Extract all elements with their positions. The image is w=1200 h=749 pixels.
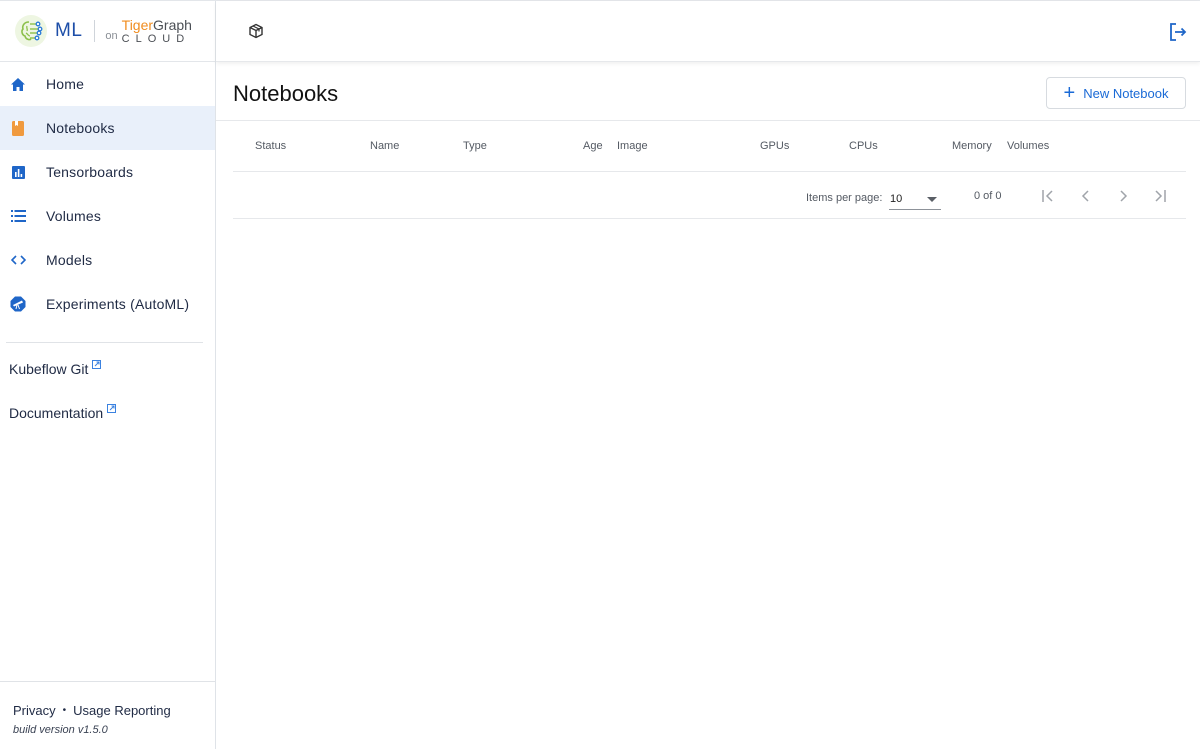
sidebar-footer: Privacy • Usage Reporting build version … [0,681,215,749]
cube-icon[interactable] [248,23,266,41]
build-version: build version v1.5.0 [13,724,108,736]
sidebar-item-models[interactable]: Models [0,238,215,282]
items-per-page-label: Items per page: [806,192,883,204]
product-name: ML [55,20,83,41]
sidebar-item-experiments[interactable]: Experiments (AutoML) [0,282,215,326]
last-page-button[interactable] [1147,185,1171,207]
link-label: Documentation [9,405,104,421]
first-page-button[interactable] [1037,185,1061,207]
sidebar-item-label: Volumes [46,208,102,224]
page-header: Notebooks + New Notebook [216,63,1200,121]
next-page-button[interactable] [1111,185,1135,207]
notebook-icon [10,120,26,136]
home-icon [10,76,26,92]
brain-circuit-icon [15,15,47,47]
previous-page-button[interactable] [1074,185,1098,207]
items-per-page-select[interactable]: 10 [889,186,941,210]
column-header-volumes[interactable]: Volumes [1007,140,1049,152]
column-header-type[interactable]: Type [463,140,487,152]
documentation-link[interactable]: Documentation [0,387,215,431]
first-page-icon [1042,190,1053,202]
table-header-row: Status Name Type Age Image GPUs CPUs Mem… [233,121,1186,172]
logo-divider [94,20,96,42]
sidebar-item-label: Experiments (AutoML) [46,296,190,312]
external-link-icon [107,400,117,416]
sidebar-item-notebooks[interactable]: Notebooks [0,106,215,150]
kubeflow-git-link[interactable]: Kubeflow Git [0,343,215,387]
code-icon [10,252,26,268]
sidebar-item-label: Home [46,76,85,92]
bar-chart-icon [10,164,26,180]
link-label: Kubeflow Git [9,361,89,377]
sidebar-item-home[interactable]: Home [0,62,215,106]
sidebar-nav: Home Notebooks Tensorboards Volumes Mode… [0,62,215,326]
column-header-cpus[interactable]: CPUs [849,140,878,152]
paginator: Items per page: 10 0 of 0 [233,172,1186,219]
usage-reporting-link[interactable]: Usage Reporting [73,703,171,718]
partner-logo: TigerGraph CLOUD [122,18,192,45]
logo-on-text: on [105,30,118,42]
sidebar-item-label: Tensorboards [46,164,134,180]
chevron-right-icon [1120,190,1128,202]
notebooks-table: Status Name Type Age Image GPUs CPUs Mem… [233,121,1186,219]
logout-icon[interactable] [1168,22,1188,42]
column-header-name[interactable]: Name [370,140,399,152]
top-bar [216,1,1200,62]
dropdown-caret-icon [927,197,937,202]
sidebar-item-volumes[interactable]: Volumes [0,194,215,238]
partner-name-a: Tiger [121,16,154,33]
new-notebook-label: New Notebook [1083,85,1169,101]
column-header-image[interactable]: Image [617,140,648,152]
page-title: Notebooks [233,81,339,106]
sidebar: ML on TigerGraph CLOUD Home Notebooks Te… [0,1,216,749]
last-page-icon [1155,190,1166,202]
sidebar-item-tensorboards[interactable]: Tensorboards [0,150,215,194]
partner-name-b: Graph [153,16,192,33]
column-header-gpus[interactable]: GPUs [760,140,789,152]
column-header-memory[interactable]: Memory [952,140,992,152]
items-per-page-value: 10 [890,193,903,205]
privacy-link[interactable]: Privacy [13,703,56,718]
partner-subtitle: CLOUD [121,32,191,45]
chevron-left-icon [1081,190,1089,202]
column-header-status[interactable]: Status [255,140,286,152]
list-icon [10,208,26,224]
footer-links: Privacy • Usage Reporting [13,703,215,718]
app-root: ML on TigerGraph CLOUD Home Notebooks Te… [0,0,1200,749]
sidebar-item-label: Models [46,252,93,268]
new-notebook-button[interactable]: + New Notebook [1046,77,1186,109]
footer-separator: • [62,705,67,716]
external-link-icon [92,356,102,372]
plus-icon: + [1063,82,1076,104]
column-header-age[interactable]: Age [583,140,603,152]
brand-logo[interactable]: ML on TigerGraph CLOUD [0,1,215,62]
sidebar-item-label: Notebooks [46,120,115,136]
telescope-icon [10,296,26,312]
page-range: 0 of 0 [974,190,1002,202]
